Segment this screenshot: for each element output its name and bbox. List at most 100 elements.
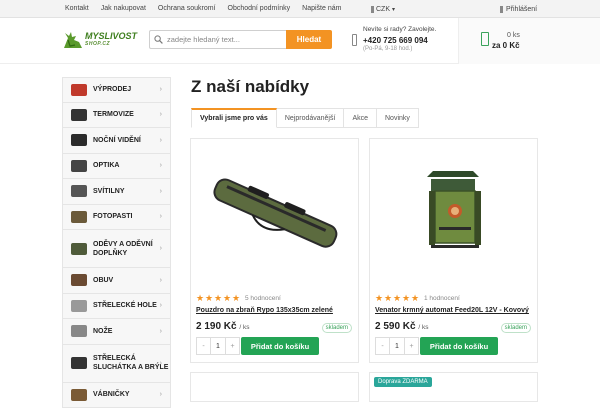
- sidebar-item[interactable]: STŘELECKÁ SLUCHÁTKA A BRÝLE›: [62, 345, 171, 383]
- logo[interactable]: MYSLIVOST SHOP.CZ: [62, 30, 137, 50]
- logo-subtext: SHOP.CZ: [85, 40, 137, 48]
- contact-question: Nevíte si rady? Zavolejte.: [363, 26, 436, 33]
- sidebar-item[interactable]: STŘELECKÉ HOLE›: [62, 294, 171, 320]
- sidebar-item[interactable]: FOTOPASTI›: [62, 205, 171, 231]
- price-value: 2 190 Kč: [196, 321, 237, 332]
- sidebar-item-label: NOČNÍ VIDĚNÍ: [93, 136, 141, 145]
- chevron-right-icon: ›: [160, 276, 162, 285]
- star-icon: ★: [375, 294, 383, 302]
- chevron-right-icon: ›: [160, 110, 162, 119]
- product-card: ★ ★ ★ ★ ★ 5 hodnocení Pouzdro na zbraň R…: [190, 138, 359, 363]
- currency-label: CZK: [376, 6, 390, 13]
- search-placeholder: zadejte hledaný text...: [167, 35, 240, 44]
- chevron-right-icon: ›: [160, 136, 162, 145]
- qty-plus-button[interactable]: +: [226, 338, 239, 354]
- product-image[interactable]: [191, 139, 358, 289]
- chevron-right-icon: ›: [160, 187, 162, 196]
- star-icon: ★: [196, 294, 204, 302]
- sidebar-item[interactable]: VÁBNIČKY›: [62, 383, 171, 408]
- rating-stars: ★ ★ ★ ★ ★ 5 hodnocení: [196, 294, 281, 302]
- category-icon: [71, 134, 87, 146]
- link-napiste-nam[interactable]: Napište nám: [302, 5, 341, 12]
- price-value: 2 590 Kč: [375, 321, 416, 332]
- review-count[interactable]: 5 hodnocení: [245, 295, 281, 302]
- login-link[interactable]: Přihlášení: [500, 0, 537, 18]
- sidebar-item[interactable]: NOČNÍ VIDĚNÍ ›: [62, 128, 171, 154]
- login-label: Přihlášení: [506, 6, 537, 13]
- sidebar-item-label: FOTOPASTI: [93, 212, 132, 221]
- category-sidebar: VÝPRODEJ›TERMOVIZE›NOČNÍ VIDĚNÍ›OPTIKA›S…: [62, 77, 171, 408]
- link-jak-nakupovat[interactable]: Jak nakupovat: [101, 5, 146, 12]
- sidebar-item[interactable]: ODĚVY A ODĚVNÍ DOPLŇKY›: [62, 230, 171, 268]
- cart-total: za 0 Kč: [492, 41, 520, 50]
- sidebar-item[interactable]: OBUV ›: [62, 268, 171, 294]
- currency-selector[interactable]: CZK ▾: [371, 0, 395, 18]
- sidebar-item-label: OBUV: [93, 276, 113, 285]
- category-icon: [71, 109, 87, 121]
- product-name[interactable]: Venator krmný automat Feed20L 12V - Kovo…: [375, 307, 529, 314]
- star-icon: ★: [411, 294, 419, 302]
- sidebar-item-label: SVÍTILNY: [93, 187, 125, 196]
- product-name[interactable]: Pouzdro na zbraň Rypo 135x35cm zelené: [196, 307, 333, 314]
- chevron-down-icon: ▾: [392, 6, 395, 13]
- chevron-right-icon: ›: [160, 85, 162, 94]
- sidebar-item[interactable]: NOŽE ›: [62, 319, 171, 345]
- flag-icon: [371, 6, 374, 13]
- chevron-right-icon: ›: [160, 327, 162, 336]
- product-price: 2 190 Kč / ks: [196, 321, 250, 332]
- category-icon: [71, 84, 87, 96]
- category-icon: [71, 389, 87, 401]
- sidebar-item[interactable]: OPTIKA›: [62, 154, 171, 180]
- qty-minus-button[interactable]: -: [197, 338, 210, 354]
- qty-input[interactable]: 1: [210, 338, 226, 354]
- tab-nejprodavanejsi[interactable]: Nejprodávanější: [277, 108, 345, 128]
- link-kontakt[interactable]: Kontakt: [65, 5, 89, 12]
- sidebar-item[interactable]: TERMOVIZE›: [62, 103, 171, 129]
- sidebar-item-label: NOŽE: [93, 327, 112, 336]
- category-icon: [71, 325, 87, 337]
- qty-input[interactable]: 1: [389, 338, 405, 354]
- category-icon: [71, 243, 87, 255]
- phone-icon: [352, 34, 357, 46]
- sidebar-item-label: STŘELECKÁ SLUCHÁTKA A BRÝLE: [93, 354, 170, 372]
- cart-widget[interactable]: 0 ks za 0 Kč: [458, 18, 600, 64]
- star-icon: ★: [214, 294, 222, 302]
- quantity-stepper: - 1 +: [196, 337, 240, 355]
- star-icon: ★: [402, 294, 410, 302]
- product-price: 2 590 Kč / ks: [375, 321, 429, 332]
- qty-minus-button[interactable]: -: [376, 338, 389, 354]
- add-to-cart-button[interactable]: Přidat do košíku: [241, 337, 319, 355]
- sidebar-item[interactable]: VÝPRODEJ›: [62, 77, 171, 103]
- tab-akce[interactable]: Akce: [344, 108, 377, 128]
- top-bar: Kontakt Jak nakupovat Ochrana soukromí O…: [0, 0, 600, 18]
- price-unit: / ks: [239, 324, 249, 331]
- chevron-right-icon: ›: [160, 301, 162, 310]
- header: MYSLIVOST SHOP.CZ zadejte hledaný text..…: [0, 18, 600, 64]
- product-tabs: Vybrali jsme pro vás Nejprodávanější Akc…: [191, 108, 419, 128]
- sidebar-item-label: VÁBNIČKY: [93, 390, 130, 399]
- free-shipping-badge: Doprava ZDARMA: [374, 377, 432, 387]
- sidebar-item[interactable]: SVÍTILNY ›: [62, 179, 171, 205]
- product-card: [190, 372, 359, 402]
- link-obchodni-podminky[interactable]: Obchodní podmínky: [228, 5, 291, 12]
- search-button[interactable]: Hledat: [286, 30, 332, 49]
- search-bar: zadejte hledaný text... Hledat: [149, 30, 332, 49]
- category-icon: [71, 300, 87, 312]
- chevron-right-icon: ›: [160, 359, 162, 368]
- contact-phone[interactable]: +420 725 669 094: [363, 36, 428, 45]
- category-icon: [71, 211, 87, 223]
- category-icon: [71, 274, 87, 286]
- category-icon: [71, 160, 87, 172]
- review-count[interactable]: 1 hodnocení: [424, 295, 460, 302]
- qty-plus-button[interactable]: +: [405, 338, 418, 354]
- link-ochrana-soukromi[interactable]: Ochrana soukromí: [158, 5, 216, 12]
- category-icon: [71, 185, 87, 197]
- product-image[interactable]: [370, 139, 537, 289]
- tab-novinky[interactable]: Novinky: [377, 108, 419, 128]
- search-input[interactable]: zadejte hledaný text...: [149, 30, 286, 49]
- cart-icon: [481, 32, 489, 46]
- tab-vybrali-jsme[interactable]: Vybrali jsme pro vás: [191, 108, 277, 128]
- contact-hours: (Po-Pá, 9-18 hod.): [363, 46, 412, 52]
- page-title: Z naší nabídky: [191, 77, 309, 97]
- add-to-cart-button[interactable]: Přidat do košíku: [420, 337, 498, 355]
